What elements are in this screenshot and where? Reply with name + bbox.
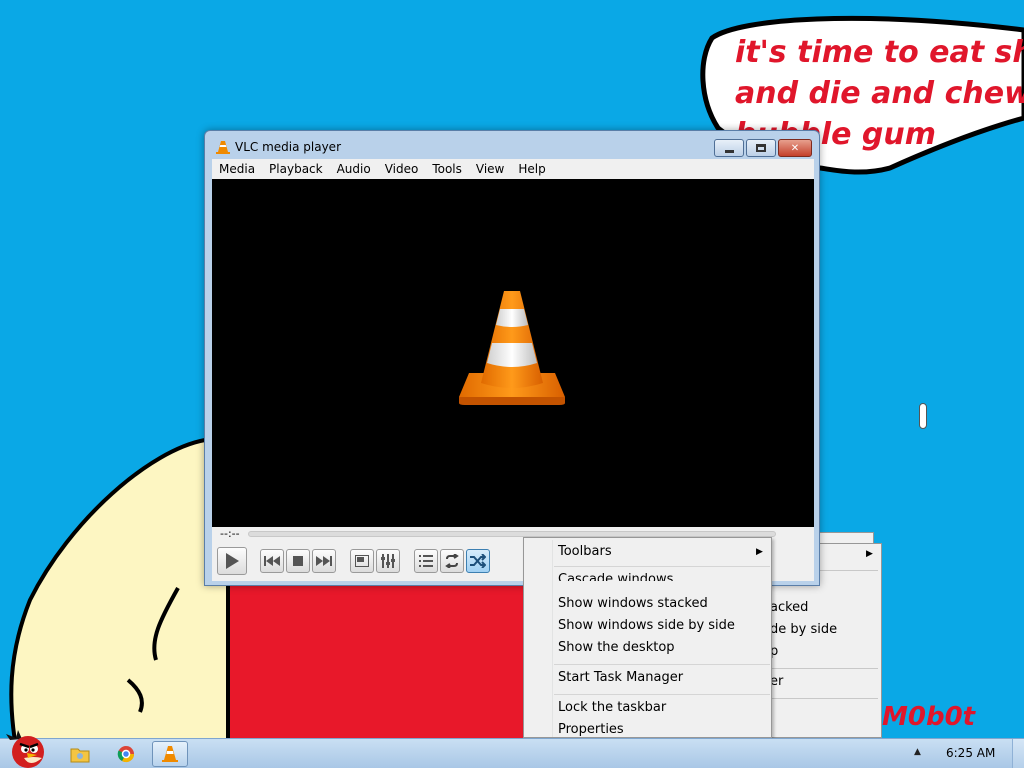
menu-media[interactable]: Media (212, 159, 262, 179)
menu-item-toolbars[interactable]: Toolbars (558, 544, 612, 559)
menu-view[interactable]: View (469, 159, 511, 179)
menu-video[interactable]: Video (378, 159, 426, 179)
text-cursor-icon (919, 403, 927, 429)
vlc-icon (162, 746, 178, 762)
show-hidden-icons-icon[interactable]: ▲ (914, 747, 921, 757)
minimize-button[interactable] (714, 139, 744, 157)
taskbar-context-menu: Toolbars ▶ Cascade windows Show windows … (523, 537, 772, 738)
menu-item-lock-taskbar[interactable]: Lock the taskbar (558, 700, 666, 715)
window-title: VLC media player (235, 140, 342, 154)
extended-settings-button[interactable] (376, 549, 400, 573)
menu-item-show-windows-side-by-side[interactable]: Show windows side by side (558, 618, 735, 633)
shuffle-button[interactable] (466, 549, 490, 573)
submenu-arrow-icon: ▶ (866, 549, 873, 559)
menu-separator (554, 566, 770, 567)
explorer-icon (70, 748, 90, 763)
start-orb-angry-bird-icon[interactable] (4, 728, 52, 768)
menu-separator (772, 698, 878, 699)
previous-button[interactable] (260, 549, 284, 573)
loop-icon (445, 554, 459, 568)
menu-separator (554, 664, 770, 665)
vlc-cone-logo-icon (459, 291, 565, 405)
maximize-icon (756, 144, 766, 152)
menu-audio[interactable]: Audio (330, 159, 378, 179)
fullscreen-button[interactable] (350, 549, 374, 573)
menu-item-start-task-manager[interactable]: Start Task Manager (558, 670, 683, 685)
menu-tools[interactable]: Tools (425, 159, 469, 179)
video-area[interactable] (212, 179, 814, 527)
play-button[interactable] (217, 547, 247, 575)
vlc-cone-icon (216, 141, 230, 154)
minimize-icon (724, 149, 734, 153)
bubble-line-2: and die and chew (735, 76, 1024, 111)
equalizer-icon (381, 554, 395, 568)
menu-help[interactable]: Help (511, 159, 552, 179)
play-icon (226, 553, 239, 569)
submenu-arrow-icon: ▶ (756, 547, 763, 557)
previous-icon (264, 556, 280, 566)
background-menu-item: er (770, 674, 784, 689)
taskbar: ▲ 6:25 AM (0, 738, 1024, 768)
chrome-icon (117, 746, 135, 763)
elapsed-time: --:-- (220, 527, 240, 540)
loop-button[interactable] (440, 549, 464, 573)
background-menu-item: de by side (770, 622, 838, 637)
next-button[interactable] (312, 549, 336, 573)
menu-item-show-desktop[interactable]: Show the desktop (558, 640, 675, 655)
playlist-button[interactable] (414, 549, 438, 573)
wallpaper-signature: M0b0t (882, 702, 976, 732)
menu-separator (554, 694, 770, 695)
menu-separator (772, 668, 878, 669)
background-menu-item: acked (770, 600, 809, 615)
menu-item-cascade-windows[interactable]: Cascade windows (558, 572, 673, 581)
taskbar-chrome[interactable] (108, 741, 144, 767)
maximize-button[interactable] (746, 139, 776, 157)
next-icon (316, 556, 332, 566)
playlist-icon (419, 555, 433, 567)
bubble-line-1: it's time to eat shit (735, 35, 1024, 70)
menu-bar: Media Playback Audio Video Tools View He… (212, 159, 814, 179)
taskbar-vlc[interactable] (152, 741, 188, 767)
stop-button[interactable] (286, 549, 310, 573)
menu-item-show-windows-stacked[interactable]: Show windows stacked (558, 596, 708, 611)
show-desktop-button[interactable] (1012, 739, 1024, 768)
shuffle-icon (470, 554, 486, 568)
vlc-window: VLC media player ✕ Media Playback Audio … (204, 130, 820, 586)
taskbar-explorer[interactable] (62, 741, 98, 767)
taskbar-clock[interactable]: 6:25 AM (946, 746, 995, 760)
stop-icon (293, 556, 303, 566)
close-button[interactable]: ✕ (778, 139, 812, 157)
close-icon: ✕ (790, 142, 800, 154)
menu-item-properties[interactable]: Properties (558, 722, 624, 737)
menu-playback[interactable]: Playback (262, 159, 330, 179)
fullscreen-icon (355, 555, 369, 567)
title-bar[interactable]: VLC media player ✕ (205, 131, 819, 161)
menu-gutter (552, 540, 553, 737)
